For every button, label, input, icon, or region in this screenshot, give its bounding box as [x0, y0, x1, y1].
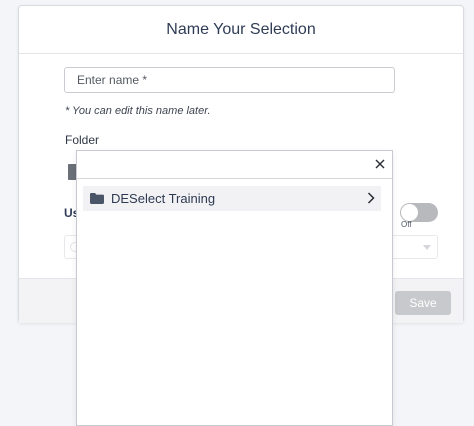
folder-dropdown: DESelect Training	[76, 150, 393, 426]
folder-label: Folder	[65, 133, 100, 147]
folder-name: DESelect Training	[111, 191, 216, 206]
close-icon[interactable]	[374, 158, 386, 170]
dropdown-header	[77, 151, 392, 179]
toggle-knob	[401, 204, 418, 221]
chevron-down-icon	[423, 245, 431, 250]
folder-icon	[90, 193, 104, 204]
name-input[interactable]	[64, 67, 395, 93]
toggle-state-label: Off	[401, 220, 412, 229]
modal-title: Name Your Selection	[166, 20, 316, 38]
name-hint: * You can edit this name later.	[65, 105, 211, 117]
save-button[interactable]: Save	[395, 291, 451, 315]
modal-header: Name Your Selection	[19, 6, 463, 54]
chevron-right-icon[interactable]	[367, 192, 375, 204]
folder-row-deselect-training[interactable]: DESelect Training	[83, 186, 381, 211]
